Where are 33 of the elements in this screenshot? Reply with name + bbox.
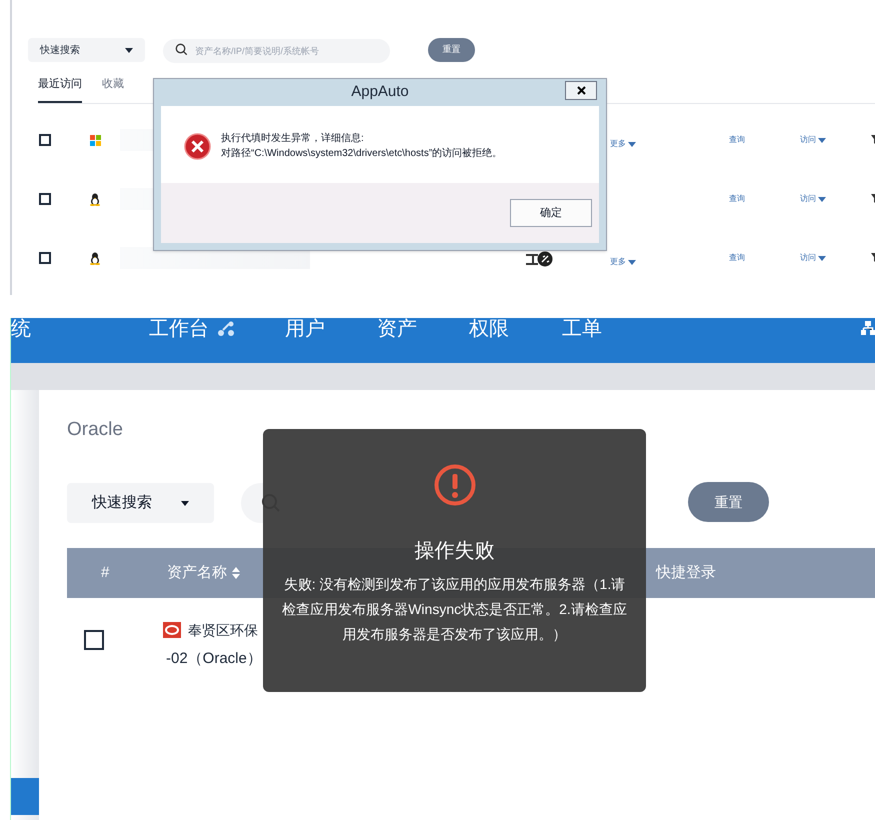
page-title: Oracle <box>67 418 123 442</box>
visit-dropdown[interactable]: 访问 <box>800 193 826 205</box>
visit-dropdown[interactable]: 访问 <box>800 134 826 146</box>
query-link[interactable]: 查询 <box>729 252 745 264</box>
more-dropdown[interactable]: 更多 <box>610 256 636 268</box>
dialog-title: AppAuto <box>351 82 409 102</box>
visit-dropdown[interactable]: 访问 <box>800 252 826 264</box>
query-link[interactable]: 查询 <box>729 193 745 205</box>
quick-search-dropdown[interactable]: 快速搜索 <box>28 38 145 62</box>
reset-button[interactable]: 重置 <box>428 38 475 62</box>
nav-item[interactable]: 权限 <box>469 318 509 340</box>
reset-button[interactable]: 重置 <box>688 482 769 522</box>
dialog-message-line: 对路径“C:\Windows\system32\drivers\etc\hosts”的访问被拒绝。 <box>221 146 502 161</box>
column-header[interactable]: 资产名称 <box>167 562 240 584</box>
dialog-message-line: 执行代填时发生异常，详细信息: <box>221 132 365 146</box>
asset-name[interactable]: 奉贤区环保 <box>188 620 258 641</box>
column-header[interactable]: 快捷登录 <box>656 562 716 584</box>
nav-item[interactable]: 工单 <box>562 318 602 340</box>
toast-title: 操作失败 <box>414 539 494 564</box>
ok-button[interactable]: 确定 <box>510 199 592 227</box>
toast-message: 失败: 没有检测到发布了该应用的应用发布服务器（1.请检查应用发布服务器Winsync状态是否正常。2.请检查应用发布服务器是否发布了该应用。） <box>282 575 627 644</box>
query-link[interactable]: 查询 <box>729 134 745 146</box>
tab[interactable]: 最近访问 <box>38 76 82 102</box>
nav-item[interactable]: 资产 <box>377 318 417 340</box>
asset-name[interactable]: -02（Oracle） <box>166 648 262 670</box>
more-dropdown[interactable]: 更多 <box>610 138 636 150</box>
nav-item[interactable]: 统 <box>11 318 31 340</box>
nav-item[interactable]: 用户 <box>285 318 325 340</box>
tab[interactable]: 收藏 <box>102 76 124 102</box>
quick-search-dropdown[interactable]: 快速搜索 <box>67 483 214 523</box>
column-header[interactable]: # <box>101 562 110 584</box>
nav-item[interactable]: 工作台 <box>149 318 235 340</box>
search-field[interactable]: 资产名称/IP/简要说明/系统帐号 <box>163 39 390 63</box>
